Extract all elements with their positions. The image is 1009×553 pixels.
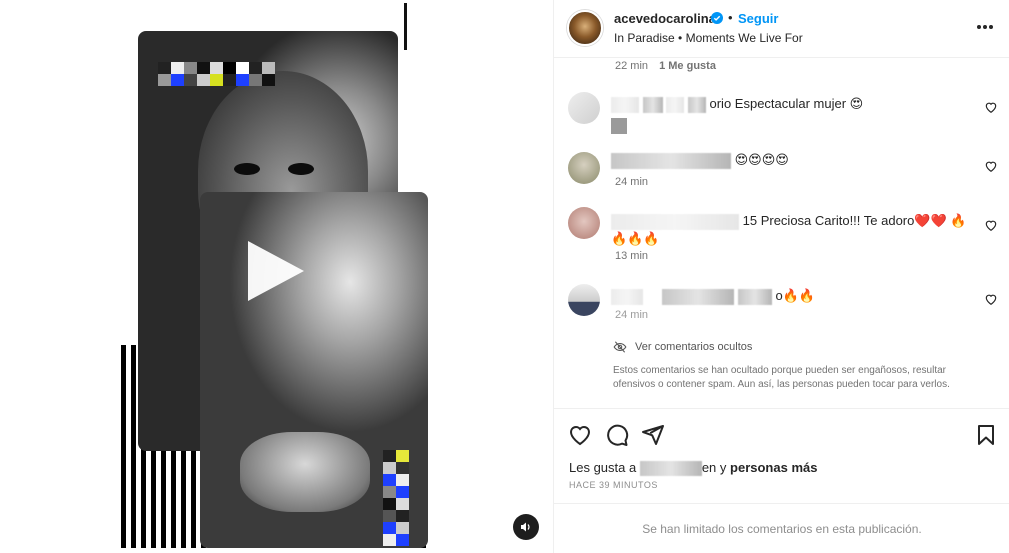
post-media[interactable] <box>0 0 553 553</box>
comment-body: o🔥🔥 <box>611 288 815 305</box>
comment-text: o🔥🔥 <box>775 288 816 303</box>
comment-time: 22 min <box>615 60 649 72</box>
comment-text: 15 Preciosa Carito!!! Te adoro❤️❤️ 🔥 <box>742 213 967 228</box>
redacted-block <box>611 118 627 134</box>
post-timestamp: HACE 39 MINUTOS <box>569 480 658 490</box>
likes-others[interactable]: personas más <box>730 460 817 475</box>
follow-button[interactable]: Seguir <box>738 11 778 26</box>
heart-icon[interactable] <box>984 218 998 232</box>
comment-text: 😍😍😍😍 <box>734 152 789 167</box>
comment-body: 😍😍😍😍 <box>611 152 789 169</box>
more-icon[interactable] <box>975 17 995 37</box>
previous-comment-meta: 22 min 1 Me gusta <box>615 60 716 72</box>
heart-icon[interactable] <box>984 159 998 173</box>
comment-time: 24 min <box>615 176 649 188</box>
comment-body: 15 Preciosa Carito!!! Te adoro❤️❤️ 🔥 <box>611 213 967 230</box>
likes-conjunction: y <box>716 460 731 475</box>
heart-icon[interactable] <box>984 292 998 306</box>
comment-time: 13 min <box>615 250 649 262</box>
avatar[interactable] <box>568 92 600 124</box>
comment-text: orio Espectacular mujer 😍 <box>709 96 864 111</box>
redacted-username <box>611 288 643 305</box>
hidden-comments-label: Ver comentarios ocultos <box>635 341 753 353</box>
comment-likes[interactable]: 1 Me gusta <box>659 60 716 72</box>
separator-dot: • <box>728 10 733 25</box>
pixel-glitch-bottom <box>383 450 409 546</box>
post-panel: acevedocarolina • Seguir In Paradise • M… <box>553 0 1009 553</box>
pixel-glitch-top <box>158 62 275 86</box>
username[interactable]: acevedocarolina <box>614 11 716 26</box>
likes-prefix: Les gusta a <box>569 460 640 475</box>
comment-body: orio Espectacular mujer 😍 <box>611 96 863 113</box>
hidden-comments-note: Estos comentarios se han ocultado porque… <box>613 365 950 390</box>
likes-name-end: en <box>701 460 717 475</box>
avatar[interactable] <box>567 10 603 46</box>
play-icon[interactable] <box>248 241 304 301</box>
action-bar: Les gusta a en y personas más HACE 39 MI… <box>554 408 1009 553</box>
avatar[interactable] <box>568 207 600 239</box>
comment-time: 24 min <box>615 309 649 321</box>
avatar[interactable] <box>568 284 600 316</box>
avatar[interactable] <box>568 152 600 184</box>
comments-limited-notice: Se han limitado los comentarios en esta … <box>554 503 1009 553</box>
redacted-username <box>611 152 731 169</box>
volume-icon[interactable] <box>513 514 539 540</box>
likes-summary[interactable]: Les gusta a en y personas más <box>569 460 817 477</box>
share-icon[interactable] <box>641 423 665 447</box>
redacted-username <box>611 213 739 230</box>
verified-icon <box>711 12 723 24</box>
redacted-username <box>611 96 639 113</box>
show-hidden-comments[interactable]: Ver comentarios ocultos <box>613 340 752 354</box>
heart-icon[interactable] <box>984 100 998 114</box>
comments-list: 22 min 1 Me gusta orio Espectacular muje… <box>554 58 1009 408</box>
post-header: acevedocarolina • Seguir In Paradise • M… <box>554 0 1009 58</box>
heart-icon[interactable] <box>568 423 592 447</box>
eye-off-icon <box>613 341 627 353</box>
location-link[interactable]: In Paradise • Moments We Live For <box>614 31 803 45</box>
bookmark-icon[interactable] <box>974 423 998 447</box>
comment-text-line2: 🔥🔥🔥 <box>611 231 660 246</box>
comment-icon[interactable] <box>605 423 629 447</box>
redacted-username <box>639 461 702 477</box>
decor-line <box>404 3 407 50</box>
